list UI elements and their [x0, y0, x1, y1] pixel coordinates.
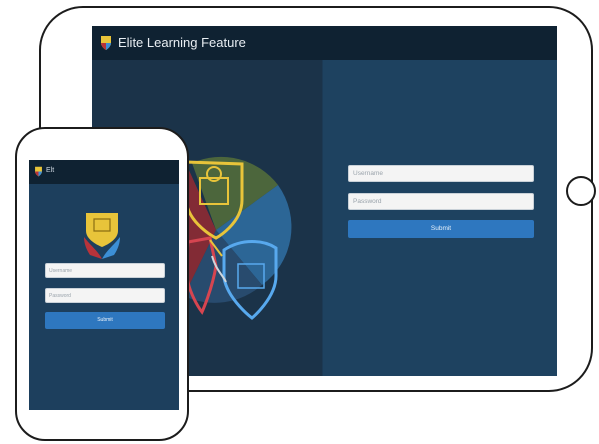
password-input[interactable]: Password — [348, 193, 534, 210]
app-header: Elite Learning Feature — [92, 26, 557, 60]
crest-emblem-icon — [84, 213, 120, 259]
phone-screen: Elt Username Password Submit — [29, 160, 179, 410]
logo-icon — [35, 166, 42, 177]
phone-password-input[interactable]: Password — [45, 288, 165, 303]
login-panel — [323, 60, 557, 376]
phone-submit-button[interactable]: Submit — [45, 312, 165, 329]
logo-icon — [101, 36, 111, 50]
phone-app-title: Elt — [46, 167, 55, 174]
phone-username-input[interactable]: Username — [45, 263, 165, 278]
username-input[interactable]: Username — [348, 165, 534, 182]
phone-app-header: Elt — [29, 160, 179, 184]
home-button-icon[interactable] — [566, 176, 596, 206]
app-title: Elite Learning Feature — [118, 35, 246, 50]
submit-button[interactable]: Submit — [348, 220, 534, 238]
